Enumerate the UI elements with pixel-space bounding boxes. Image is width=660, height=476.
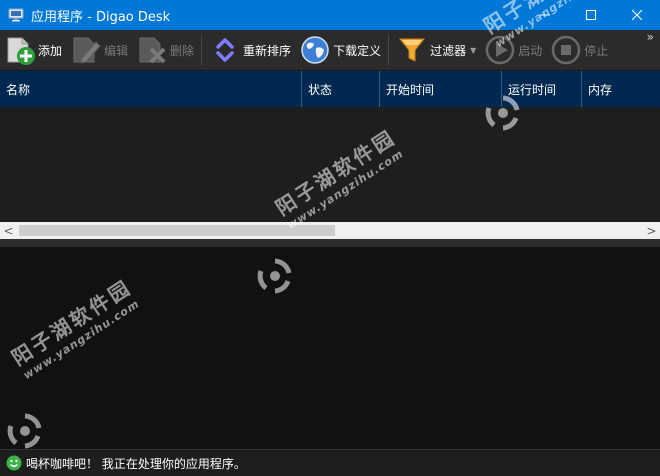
app-window: 应用程序 - Digao Desk 添加 编辑 删除 重新排序 下载定义 过滤器… [0, 0, 660, 476]
column-header-run-time[interactable]: 运行时间 [502, 71, 582, 107]
toolbar-overflow-button[interactable]: » [647, 30, 654, 44]
stop-label: 停止 [584, 43, 609, 58]
funnel-icon [396, 34, 428, 66]
filter-label: 过滤器 [430, 43, 467, 58]
pane-splitter[interactable] [0, 239, 660, 247]
toolbar-separator [201, 35, 203, 65]
add-button[interactable]: 添加 [0, 31, 66, 69]
column-header-memory[interactable]: 内存 [582, 71, 660, 107]
column-header-start-time[interactable]: 开始时间 [380, 71, 502, 107]
globe-icon [299, 34, 331, 66]
stop-icon [550, 34, 582, 66]
start-button[interactable]: 启动 [480, 31, 546, 69]
play-icon [484, 34, 516, 66]
start-label: 启动 [518, 43, 543, 58]
pencil-icon [70, 34, 102, 66]
chevron-down-icon: ▼ [470, 45, 477, 55]
window-title: 应用程序 - Digao Desk [31, 9, 171, 25]
add-label: 添加 [38, 43, 63, 58]
scroll-left-button[interactable]: < [0, 222, 17, 239]
reorder-button[interactable]: 重新排序 [205, 31, 295, 69]
minimize-button[interactable] [522, 0, 568, 30]
horizontal-scrollbar[interactable]: < > [0, 222, 660, 239]
applications-grid: 名称 状态 开始时间 运行时间 内存 [0, 71, 660, 239]
desk-app-icon [8, 7, 24, 23]
toolbar: 添加 编辑 删除 重新排序 下载定义 过滤器 ▼ 启动 停止 » [0, 30, 660, 71]
download-definitions-button[interactable]: 下载定义 [295, 31, 385, 69]
up-down-icon [209, 34, 241, 66]
title-bar[interactable]: 应用程序 - Digao Desk [0, 0, 660, 30]
grid-header: 名称 状态 开始时间 运行时间 内存 [0, 71, 660, 107]
edit-button[interactable]: 编辑 [66, 31, 132, 69]
download-definitions-label: 下载定义 [333, 43, 382, 58]
close-button[interactable] [614, 0, 660, 30]
status-message: 喝杯咖啡吧！ 我正在处理你的应用程序。 [26, 456, 246, 471]
grid-body[interactable] [0, 107, 660, 221]
delete-label: 删除 [170, 43, 195, 58]
scroll-right-button[interactable]: > [643, 222, 660, 239]
stop-button[interactable]: 停止 [546, 31, 612, 69]
scrollbar-track[interactable] [17, 222, 643, 239]
delete-button[interactable]: 删除 [132, 31, 198, 69]
column-header-name[interactable]: 名称 [0, 71, 302, 107]
scrollbar-thumb[interactable] [19, 225, 335, 236]
edit-label: 编辑 [104, 43, 129, 58]
filter-button[interactable]: 过滤器 ▼ [392, 31, 480, 69]
status-bar: 喝杯咖啡吧！ 我正在处理你的应用程序。 [0, 449, 660, 476]
column-header-status[interactable]: 状态 [302, 71, 380, 107]
reorder-label: 重新排序 [243, 43, 292, 58]
toolbar-separator [388, 35, 390, 65]
delete-icon [136, 34, 168, 66]
smiley-icon [6, 455, 22, 471]
plus-icon [4, 34, 36, 66]
maximize-button[interactable] [568, 0, 614, 30]
log-pane[interactable] [0, 247, 660, 449]
